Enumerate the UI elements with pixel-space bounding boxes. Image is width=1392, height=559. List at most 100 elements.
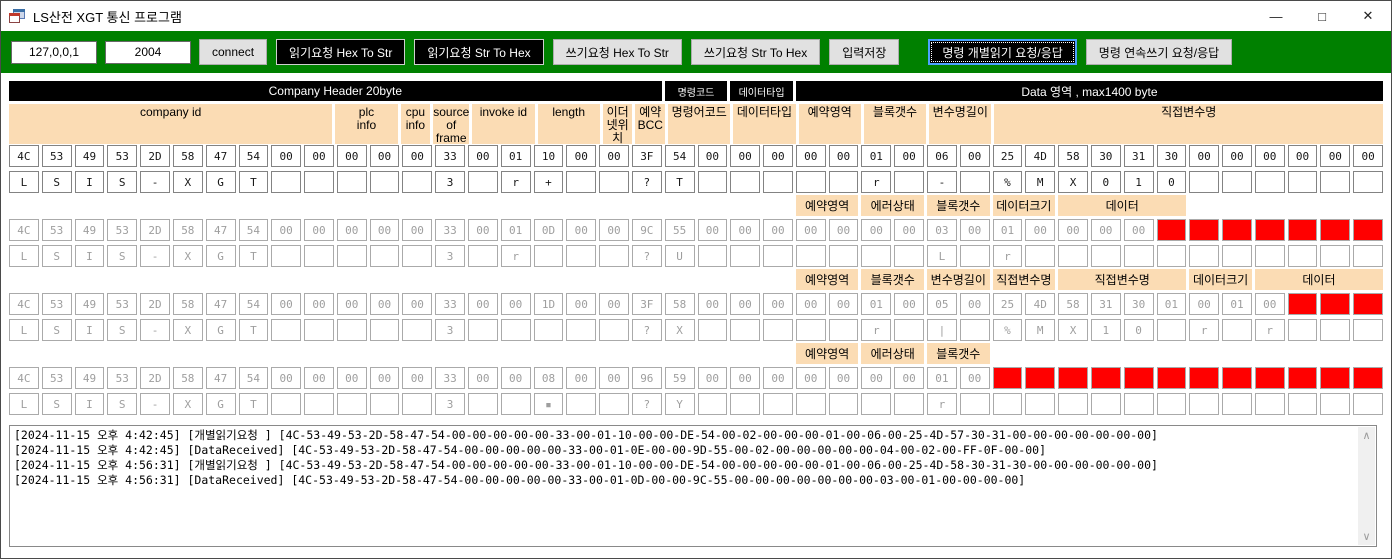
hex-cell[interactable]: 59	[664, 367, 695, 389]
hex-cell[interactable]: 53	[41, 145, 72, 167]
char-cell[interactable]	[500, 393, 531, 415]
char-cell[interactable]	[697, 245, 728, 267]
hex-cell[interactable]: 00	[566, 367, 597, 389]
hex-cell[interactable]: 00	[271, 145, 302, 167]
hex-cell[interactable]: 00	[402, 145, 433, 167]
maximize-button[interactable]: □	[1299, 1, 1345, 31]
hex-cell[interactable]: 31	[1090, 293, 1121, 315]
char-cell[interactable]	[1254, 171, 1285, 193]
hex-cell[interactable]: 2D	[140, 293, 170, 315]
hex-cell[interactable]: 4D	[1025, 293, 1056, 315]
hex-cell[interactable]: 00	[1058, 219, 1088, 241]
hex-cell[interactable]: 06	[927, 145, 957, 167]
char-cell[interactable]	[336, 393, 367, 415]
hex-cell[interactable]: 00	[468, 293, 498, 315]
char-cell[interactable]	[894, 393, 924, 415]
hex-cell[interactable]: 1D	[533, 293, 564, 315]
char-cell[interactable]	[697, 319, 728, 341]
char-cell[interactable]	[369, 319, 400, 341]
char-cell[interactable]	[697, 171, 728, 193]
char-cell[interactable]	[566, 171, 597, 193]
hex-cell[interactable]: 54	[238, 293, 269, 315]
char-cell[interactable]	[304, 319, 334, 341]
char-cell[interactable]: I	[74, 393, 105, 415]
hex-cell[interactable]: 00	[894, 219, 924, 241]
hex-cell[interactable]: 54	[664, 145, 695, 167]
data-red-cell[interactable]	[1156, 219, 1187, 241]
char-cell[interactable]	[730, 319, 761, 341]
hex-cell[interactable]: 08	[533, 367, 564, 389]
data-red-cell[interactable]	[1287, 293, 1318, 315]
char-cell[interactable]	[697, 393, 728, 415]
char-cell[interactable]	[369, 171, 400, 193]
char-cell[interactable]: ▪	[533, 393, 564, 415]
data-red-cell[interactable]	[1287, 367, 1318, 389]
hex-cell[interactable]: 00	[369, 219, 400, 241]
char-cell[interactable]: M	[1025, 319, 1056, 341]
hex-cell[interactable]: 4C	[9, 367, 39, 389]
char-cell[interactable]	[304, 245, 334, 267]
char-cell[interactable]: T	[238, 319, 269, 341]
data-red-cell[interactable]	[1254, 367, 1285, 389]
port-input[interactable]	[105, 40, 191, 64]
hex-cell[interactable]: 49	[74, 219, 105, 241]
char-cell[interactable]: -	[140, 393, 170, 415]
toolbar-button-4[interactable]: 쓰기요청 Str To Hex	[690, 39, 821, 65]
hex-cell[interactable]: 47	[205, 367, 236, 389]
char-cell[interactable]: r	[500, 245, 531, 267]
hex-cell[interactable]: 00	[1189, 145, 1220, 167]
char-cell[interactable]	[795, 171, 826, 193]
hex-cell[interactable]: 00	[730, 219, 761, 241]
hex-cell[interactable]: 4C	[9, 145, 39, 167]
data-red-cell[interactable]	[1123, 367, 1154, 389]
hex-cell[interactable]: 49	[74, 145, 105, 167]
hex-cell[interactable]: 00	[304, 145, 334, 167]
hex-cell[interactable]: 33	[435, 145, 465, 167]
char-cell[interactable]: S	[107, 319, 138, 341]
hex-cell[interactable]: 00	[468, 145, 498, 167]
toolbar-button-2[interactable]: 읽기요청 Str To Hex	[414, 39, 544, 65]
data-red-cell[interactable]	[1320, 293, 1351, 315]
hex-cell[interactable]: 58	[172, 367, 203, 389]
char-cell[interactable]: L	[9, 171, 39, 193]
char-cell[interactable]	[304, 171, 334, 193]
char-cell[interactable]	[828, 319, 859, 341]
hex-cell[interactable]: 30	[1090, 145, 1121, 167]
hex-cell[interactable]: 00	[1222, 145, 1252, 167]
char-cell[interactable]	[369, 245, 400, 267]
char-cell[interactable]	[599, 393, 629, 415]
char-cell[interactable]	[1254, 245, 1285, 267]
hex-cell[interactable]: 4C	[9, 219, 39, 241]
hex-cell[interactable]: 01	[500, 145, 531, 167]
char-cell[interactable]	[894, 319, 924, 341]
char-cell[interactable]: ?	[631, 245, 662, 267]
char-cell[interactable]	[959, 319, 990, 341]
hex-cell[interactable]: 00	[697, 145, 728, 167]
data-red-cell[interactable]	[992, 367, 1023, 389]
hex-cell[interactable]: 00	[894, 145, 924, 167]
char-cell[interactable]	[1090, 245, 1121, 267]
char-cell[interactable]	[1353, 171, 1383, 193]
char-cell[interactable]	[894, 245, 924, 267]
hex-cell[interactable]: 00	[959, 367, 990, 389]
char-cell[interactable]	[1287, 171, 1318, 193]
hex-cell[interactable]: 00	[369, 367, 400, 389]
char-cell[interactable]	[1156, 319, 1187, 341]
toolbar-button-5[interactable]: 입력저장	[829, 39, 900, 65]
char-cell[interactable]: Y	[664, 393, 695, 415]
char-cell[interactable]: G	[205, 319, 236, 341]
hex-cell[interactable]: 49	[74, 293, 105, 315]
hex-cell[interactable]: 00	[336, 293, 367, 315]
char-cell[interactable]: L	[9, 319, 39, 341]
char-cell[interactable]: %	[992, 319, 1023, 341]
hex-cell[interactable]: 00	[697, 367, 728, 389]
char-cell[interactable]	[763, 171, 793, 193]
char-cell[interactable]	[1287, 319, 1318, 341]
ip-address-input[interactable]	[11, 40, 97, 64]
hex-cell[interactable]: 10	[533, 145, 564, 167]
hex-cell[interactable]: 00	[271, 293, 302, 315]
char-cell[interactable]: X	[172, 245, 203, 267]
char-cell[interactable]: -	[140, 245, 170, 267]
hex-cell[interactable]: 00	[336, 367, 367, 389]
hex-cell[interactable]: 2D	[140, 145, 170, 167]
